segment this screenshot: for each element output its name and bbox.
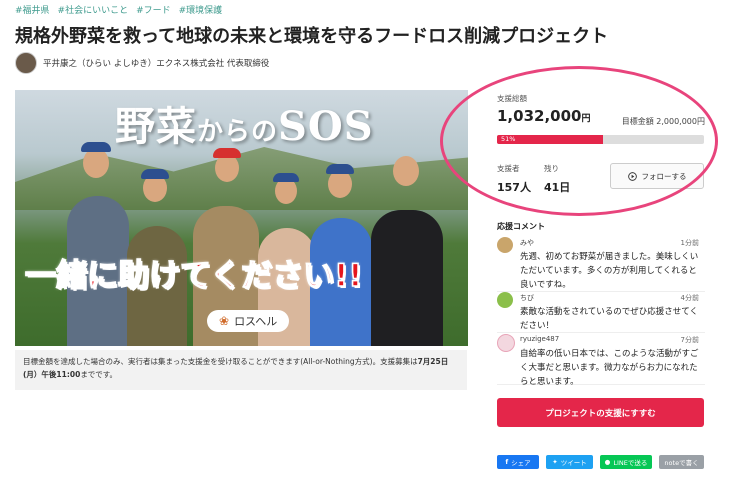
all-or-nothing-notice: 目標金額を達成した場合のみ、実行者は集まった支援金を受け取ることができます(Al… [15, 350, 467, 390]
hero-image: 野菜からのSOS 一緒に助けてください!! ❀ ロスヘル [15, 90, 468, 346]
project-owner[interactable]: 平井康之（ひらい よしゆき）エクネス株式会社 代表取締役 [15, 52, 269, 74]
cap [81, 142, 111, 152]
line-share-label: LINEで送る [613, 459, 648, 467]
tag-link[interactable]: #社会にいいこと [58, 3, 129, 16]
facebook-share-button[interactable]: f シェア [497, 455, 539, 469]
cap [326, 164, 354, 174]
brand-logo: ❀ ロスヘル [207, 310, 290, 332]
tag-list: #福井県 #社会にいいこと #フード #環境保護 [15, 3, 222, 16]
tag-link[interactable]: #フード [136, 3, 171, 16]
cap [273, 173, 299, 182]
comment-text: 素敵な活動をされているのでぜひ応援させてください！ [520, 307, 698, 331]
avatar [497, 237, 513, 253]
hero-title-part: からの [197, 117, 279, 147]
highlight-circle-annotation [440, 66, 718, 216]
comment-time: 4分前 [680, 294, 699, 302]
comment-user[interactable]: みや [520, 238, 534, 248]
comment-item: みや 1分前 先週、初めてお野菜が届きました。美味しくいただいています。多くの方… [497, 237, 705, 292]
twitter-share-button[interactable]: ✦ ツイート [546, 455, 593, 469]
avatar [497, 292, 513, 308]
comment-text: 先週、初めてお野菜が届きました。美味しくいただいています。多くの方が利用してくれ… [520, 252, 699, 290]
cap [213, 148, 241, 158]
comment-item: ryuzige487 7分前 自給率の低い日本では、このような活動がすごく大事だ… [497, 334, 705, 387]
person-head [215, 154, 239, 182]
twitter-icon: ✦ [552, 458, 558, 466]
twitter-share-label: ツイート [560, 459, 587, 467]
line-icon: ● [604, 458, 611, 466]
notice-text: 目標金額を達成した場合のみ、実行者は集まった支援金を受け取ることができます(Al… [23, 357, 418, 366]
hero-banner: 一緒に助けてください!! [24, 257, 363, 295]
comment-time: 1分前 [680, 239, 699, 247]
notice-tail: までです。 [80, 370, 118, 379]
person-head [328, 170, 352, 198]
comment-time: 7分前 [680, 336, 699, 344]
person-figure [371, 210, 443, 346]
tag-link[interactable]: #福井県 [15, 3, 50, 16]
person-head [83, 148, 109, 178]
owner-name: 平井康之（ひらい よしゆき）エクネス株式会社 代表取締役 [43, 59, 270, 69]
comments-heading: 応援コメント [497, 222, 545, 231]
hero-title: 野菜からのSOS [115, 94, 374, 152]
avatar [497, 334, 515, 352]
cap [141, 169, 169, 179]
leaf-icon: ❀ [219, 314, 230, 328]
comment-user[interactable]: ryuzige487 [520, 335, 559, 343]
support-project-button[interactable]: プロジェクトの支援にすすむ [497, 398, 704, 427]
page-title: 規格外野菜を救って地球の未来と環境を守るフードロス削減プロジェクト [15, 26, 609, 47]
facebook-icon: f [505, 458, 509, 466]
line-share-button[interactable]: ● LINEで送る [600, 455, 652, 469]
note-share-button[interactable]: noteで書く [659, 455, 704, 469]
avatar [15, 52, 37, 74]
comment-text: 自給率の低い日本では、このような活動がすごく大事だと思います。微力ながらお力にな… [520, 349, 699, 387]
note-share-label: noteで書く [664, 459, 699, 467]
person-head [393, 156, 419, 186]
comment-item: ちび 4分前 素敵な活動をされているのでぜひ応援させてください！ [497, 292, 705, 333]
hero-title-part: 野菜 [115, 103, 197, 150]
facebook-share-label: シェア [511, 459, 531, 467]
hero-title-part: SOS [278, 103, 374, 150]
brand-logo-text: ロスヘル [234, 315, 278, 328]
comment-user[interactable]: ちび [520, 293, 534, 303]
tag-link[interactable]: #環境保護 [179, 3, 223, 16]
